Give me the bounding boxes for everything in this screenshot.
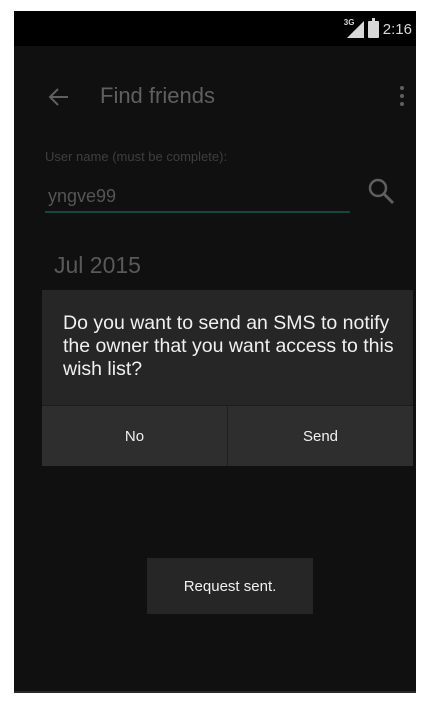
username-field-label: User name (must be complete): bbox=[45, 149, 228, 164]
arrow-back-icon[interactable] bbox=[48, 86, 70, 108]
bottom-divider bbox=[14, 691, 416, 693]
signal-icon: 3G bbox=[343, 17, 364, 38]
status-icons: 3G 2:16 bbox=[343, 17, 412, 39]
sms-confirm-dialog: Do you want to send an SMS to notify the… bbox=[42, 290, 413, 466]
network-type-label: 3G bbox=[343, 17, 355, 27]
app-bar: Find friends bbox=[14, 46, 416, 136]
battery-icon bbox=[367, 17, 379, 38]
search-icon[interactable] bbox=[364, 174, 400, 210]
date-section-heading: Jul 2015 bbox=[54, 252, 141, 278]
toast-message: Request sent. bbox=[147, 558, 313, 614]
page-title: Find friends bbox=[100, 83, 215, 108]
send-button[interactable]: Send bbox=[227, 406, 413, 466]
status-bar: 3G 2:16 bbox=[14, 11, 416, 46]
status-time: 2:16 bbox=[382, 20, 412, 38]
no-button[interactable]: No bbox=[42, 406, 227, 466]
dialog-button-bar: No Send bbox=[42, 405, 413, 466]
username-input[interactable] bbox=[45, 181, 350, 213]
overflow-menu-icon[interactable] bbox=[400, 86, 404, 106]
phone-screen: 3G 2:16 Find friends User name (must be … bbox=[14, 11, 416, 693]
dialog-message: Do you want to send an SMS to notify the… bbox=[63, 312, 394, 380]
